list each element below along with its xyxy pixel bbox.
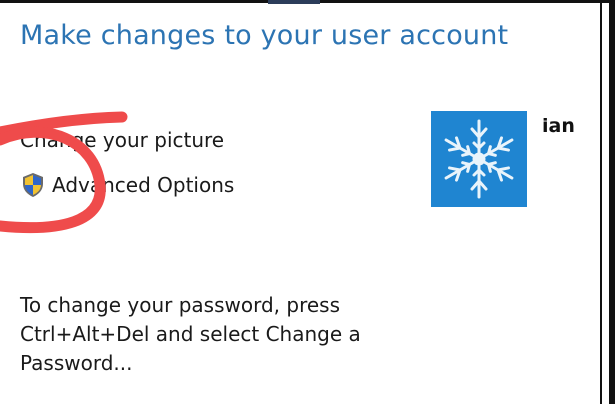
password-instructions-line: Ctrl+Alt+Del and select Change a [20, 322, 361, 346]
page-title: Make changes to your user account [20, 20, 509, 51]
password-instructions-line: Password... [20, 351, 133, 375]
advanced-options-label: Advanced Options [52, 173, 235, 197]
change-picture-link[interactable]: Change your picture [20, 128, 224, 152]
snowflake-icon [444, 119, 514, 199]
user-picture [431, 111, 527, 207]
window-edge [268, 0, 320, 4]
password-instructions: To change your password, press Ctrl+Alt+… [20, 291, 361, 378]
advanced-options-link[interactable]: Advanced Options [20, 172, 234, 198]
password-instructions-line: To change your password, press [20, 293, 340, 317]
uac-shield-icon [23, 173, 43, 197]
user-name: ian [542, 115, 575, 137]
window-border [600, 0, 602, 404]
